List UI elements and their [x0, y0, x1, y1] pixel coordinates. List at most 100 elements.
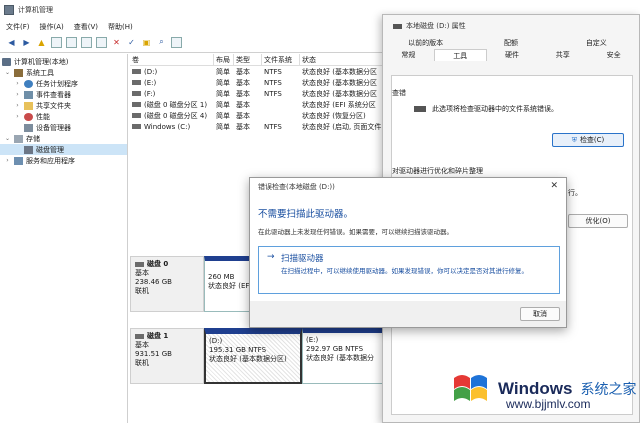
expand-chevron-icon[interactable]: ›: [14, 102, 21, 109]
volume-name: (E:): [144, 78, 157, 87]
back-arrow-icon[interactable]: ◀: [6, 37, 17, 48]
collapse-chevron-icon[interactable]: ⌄: [4, 69, 11, 76]
event-log-icon: [24, 90, 33, 99]
tab-tools[interactable]: 工具: [433, 49, 487, 61]
forward-arrow-icon[interactable]: ▶: [21, 37, 32, 48]
tree-item-label: 事件查看器: [36, 90, 71, 99]
column-header-filesystem[interactable]: 文件系统: [262, 53, 300, 66]
computer-management-app-icon: [4, 5, 14, 15]
disk-0-label[interactable]: 磁盘 0 基本 238.46 GB 联机: [130, 256, 204, 312]
optimize-button[interactable]: 优化(O): [568, 214, 628, 228]
menu-view[interactable]: 查看(V): [74, 22, 98, 32]
partition-e[interactable]: (E:) 292.97 GB NTFS 状态良好 (基本数据分: [302, 328, 385, 384]
menu-file[interactable]: 文件(F): [6, 22, 30, 32]
menu-action[interactable]: 操作(A): [40, 22, 64, 32]
tree-item-device-manager[interactable]: 设备管理器: [0, 122, 127, 133]
partition-efi[interactable]: 260 MB 状态良好 (EFI: [204, 256, 254, 312]
tree-item-computer-management[interactable]: 计算机管理(本地): [0, 56, 127, 67]
disk-1-label[interactable]: 磁盘 1 基本 931.51 GB 联机: [130, 328, 204, 384]
help-icon[interactable]: [81, 36, 92, 48]
table-row[interactable]: (D:) 简单 基本 NTFS 状态良好 (基本数据分区: [130, 66, 390, 77]
scan-drive-action[interactable]: → 扫描驱动器 在扫描过程中，可以继续使用驱动器。如果发现错误，你可以决定是否对…: [258, 246, 560, 294]
tree-item-task-scheduler[interactable]: › 任务计划程序: [0, 78, 127, 89]
expand-chevron-icon[interactable]: ›: [14, 91, 21, 98]
window-title: 计算机管理: [18, 6, 53, 14]
tree-item-label: 服务和应用程序: [26, 156, 75, 165]
up-folder-icon[interactable]: ▲: [36, 37, 47, 48]
cell-filesystem: NTFS: [264, 89, 282, 98]
disk-1-row: 磁盘 1 基本 931.51 GB 联机 (D:) 195.31 GB NTFS…: [130, 328, 385, 384]
collapse-chevron-icon[interactable]: ⌄: [4, 135, 11, 142]
optimize-button-label: 优化(O): [585, 217, 611, 225]
column-header-status[interactable]: 状态: [300, 53, 390, 66]
cancel-button[interactable]: 取消: [520, 307, 560, 321]
refresh-icon[interactable]: [171, 36, 182, 48]
partition-status: 状态良好 (EFI: [208, 282, 250, 290]
tree-item-storage[interactable]: ⌄ 存储: [0, 133, 127, 144]
cell-type: 基本: [236, 100, 250, 109]
tab-security[interactable]: 安全: [588, 49, 639, 61]
scan-drive-label: 扫描驱动器: [281, 254, 324, 264]
check-button[interactable]: ⛨ 检查(C): [552, 133, 624, 147]
menu-help[interactable]: 帮助(H): [108, 22, 133, 32]
expand-chevron-icon[interactable]: ›: [14, 80, 21, 87]
table-row[interactable]: (E:) 简单 基本 NTFS 状态良好 (基本数据分区: [130, 77, 390, 88]
properties-title: 本地磁盘 (D:) 属性: [406, 22, 466, 30]
tabs-row-2: 常规 工具 硬件 共享 安全: [383, 49, 639, 61]
tree-item-system-tools[interactable]: ⌄ 系统工具: [0, 67, 127, 78]
drive-icon: [414, 106, 426, 112]
tab-previous-versions[interactable]: 以前的版本: [383, 37, 468, 49]
volume-name: (磁盘 0 磁盘分区 1): [144, 100, 208, 109]
check-icon[interactable]: ✓: [126, 37, 137, 48]
clock-icon: [24, 79, 33, 88]
cell-status: 状态良好 (EFI 系统分区: [302, 100, 376, 109]
properties-icon[interactable]: [66, 36, 77, 48]
watermark-url: www.bjjmlv.com: [506, 397, 591, 411]
disk-status: 联机: [135, 287, 149, 295]
tree-item-performance[interactable]: › 性能: [0, 111, 127, 122]
tab-general[interactable]: 常规: [383, 49, 434, 61]
arrow-right-icon: →: [267, 252, 275, 262]
partition-d[interactable]: (D:) 195.31 GB NTFS 状态良好 (基本数据分区): [204, 328, 302, 384]
volume-name: Windows (C:): [144, 122, 191, 131]
shield-icon: ⛨: [571, 135, 577, 144]
tab-customize[interactable]: 自定义: [554, 37, 639, 49]
tree-item-services-apps[interactable]: › 服务和应用程序: [0, 155, 127, 166]
tree-item-shared-folders[interactable]: › 共享文件夹: [0, 100, 127, 111]
tree-item-event-viewer[interactable]: › 事件查看器: [0, 89, 127, 100]
close-icon[interactable]: ✕: [550, 181, 558, 191]
cell-layout: 简单: [216, 89, 230, 98]
cell-type: 基本: [236, 78, 250, 87]
error-check-text: 此选项将检查驱动器中的文件系统错误。: [432, 105, 558, 113]
disk-status: 联机: [135, 359, 149, 367]
tree-item-label: 系统工具: [26, 68, 54, 77]
tab-quota[interactable]: 配额: [468, 37, 553, 49]
table-row[interactable]: (F:) 简单 基本 NTFS 状态良好 (基本数据分区: [130, 88, 390, 99]
tree-item-disk-management[interactable]: 磁盘管理: [0, 144, 127, 155]
table-row[interactable]: Windows (C:) 简单 基本 NTFS 状态良好 (启动, 页面文件: [130, 121, 390, 132]
column-header-volume[interactable]: 卷: [130, 53, 214, 66]
delete-icon[interactable]: ✕: [111, 37, 122, 48]
table-row[interactable]: (磁盘 0 磁盘分区 4) 简单 基本 状态良好 (恢复分区): [130, 110, 390, 121]
expand-chevron-icon[interactable]: ›: [14, 113, 21, 120]
partition-status: 状态良好 (基本数据分: [306, 354, 374, 362]
error-check-title: 错误检查(本地磁盘 (D:)): [258, 183, 335, 191]
list-view-icon[interactable]: [96, 36, 107, 48]
tab-hardware[interactable]: 硬件: [487, 49, 538, 61]
cell-layout: 简单: [216, 122, 230, 131]
open-folder-icon[interactable]: ▣: [141, 37, 152, 48]
disk-type: 基本: [135, 269, 149, 277]
volume-icon: [132, 102, 141, 107]
site-watermark: Windows 系统之家 www.bjjmlv.com: [450, 372, 636, 411]
tab-sharing[interactable]: 共享: [537, 49, 588, 61]
search-icon[interactable]: ⌕: [156, 37, 167, 48]
computer-icon: [2, 57, 11, 66]
table-row[interactable]: (磁盘 0 磁盘分区 1) 简单 基本 状态良好 (EFI 系统分区: [130, 99, 390, 110]
no-scan-needed-heading: 不需要扫描此驱动器。: [258, 209, 354, 220]
column-header-layout[interactable]: 布局: [214, 53, 234, 66]
tools-icon: [14, 68, 23, 77]
column-header-type[interactable]: 类型: [234, 53, 262, 66]
expand-chevron-icon[interactable]: ›: [4, 157, 11, 164]
cell-layout: 简单: [216, 100, 230, 109]
show-tree-icon[interactable]: [51, 36, 62, 48]
